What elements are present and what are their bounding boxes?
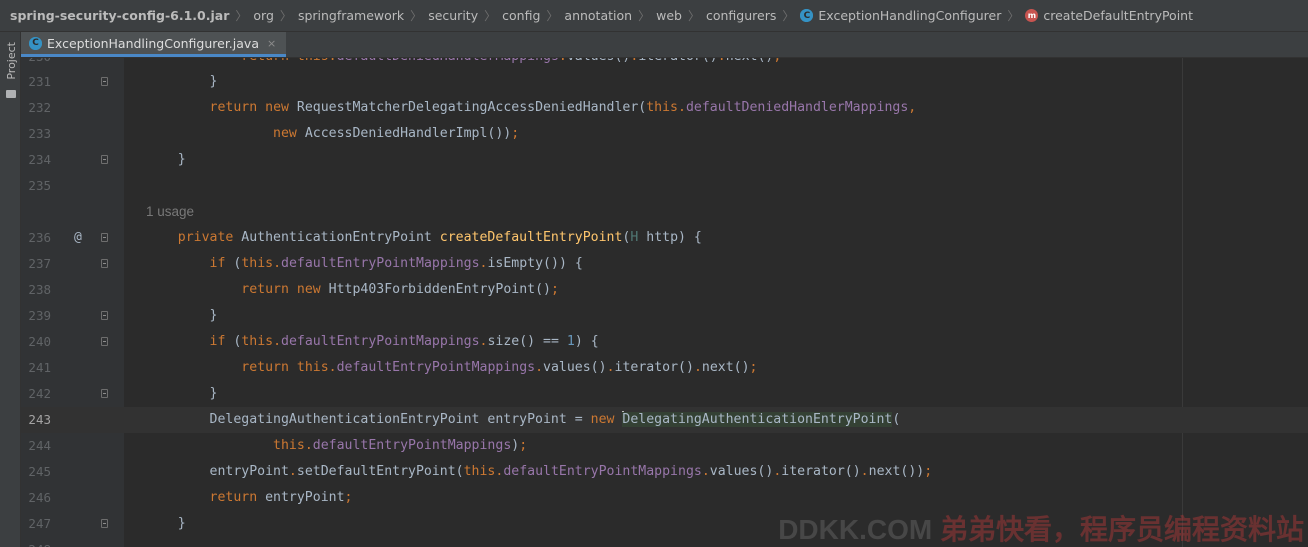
fold-end-icon[interactable] bbox=[101, 77, 108, 86]
chevron-right-icon: 〉 bbox=[410, 9, 423, 23]
fold-start-icon[interactable] bbox=[101, 259, 108, 268]
watermark-text: DDKK.COM bbox=[778, 514, 933, 545]
code-editor[interactable]: 230 return this.defaultDeniedHandlerMapp… bbox=[21, 58, 1308, 547]
side-toolbar: Project bbox=[0, 32, 21, 547]
breadcrumb-package-annotation[interactable]: annotation bbox=[564, 8, 632, 23]
code-text: } bbox=[146, 152, 186, 167]
code-line: 239 } bbox=[21, 303, 1308, 329]
code-text: if (this.defaultEntryPointMappings.size(… bbox=[209, 334, 599, 349]
code-text: entryPoint.setDefaultEntryPoint(this.def… bbox=[146, 464, 933, 479]
breadcrumb-package-org[interactable]: org bbox=[253, 8, 274, 23]
line-number: 240 bbox=[28, 334, 51, 349]
java-class-icon: C bbox=[29, 36, 42, 50]
fold-end-icon[interactable] bbox=[101, 519, 108, 528]
code-text: } bbox=[146, 74, 218, 89]
code-text: this.defaultEntryPointMappings); bbox=[273, 438, 528, 453]
line-number: 238 bbox=[28, 282, 51, 297]
line-number: 233 bbox=[28, 126, 51, 141]
line-number: 231 bbox=[28, 74, 51, 89]
current-code-line: 243 DelegatingAuthenticationEntryPoint e… bbox=[21, 407, 1308, 433]
code-line: 246 return entryPoint; bbox=[21, 485, 1308, 511]
chevron-right-icon: 〉 bbox=[1007, 9, 1020, 23]
code-line: 245 entryPoint.setDefaultEntryPoint(this… bbox=[21, 459, 1308, 485]
folder-icon bbox=[6, 90, 16, 98]
watermark-cn-text: 弟弟快看，程序员编程资料站 bbox=[939, 514, 1304, 545]
watermark: DDKK.COM 弟弟快看，程序员编程资料站 bbox=[778, 513, 1304, 547]
breadcrumb-class[interactable]: C ExceptionHandlingConfigurer bbox=[800, 8, 1001, 23]
code-line: 241 return this.defaultEntryPointMapping… bbox=[21, 355, 1308, 381]
method-icon: m bbox=[1025, 9, 1039, 22]
breadcrumb-jar[interactable]: spring-security-config-6.1.0.jar bbox=[10, 8, 229, 23]
breadcrumb-method-label: createDefaultEntryPoint bbox=[1043, 8, 1194, 23]
line-number: 239 bbox=[28, 308, 51, 323]
code-line: 231 } bbox=[21, 69, 1308, 95]
project-label: Project bbox=[5, 42, 18, 80]
chevron-right-icon: 〉 bbox=[638, 9, 651, 23]
line-number: 234 bbox=[28, 152, 51, 167]
override-marker-icon[interactable]: @ bbox=[74, 225, 82, 251]
code-text: return entryPoint; bbox=[209, 490, 353, 505]
breadcrumb-class-label: ExceptionHandlingConfigurer bbox=[818, 8, 1002, 23]
code-line: 234 } bbox=[21, 147, 1308, 173]
line-number: 237 bbox=[28, 256, 51, 271]
fold-start-icon[interactable] bbox=[101, 233, 108, 242]
line-number: 248 bbox=[21, 537, 51, 547]
editor-tab[interactable]: C ExceptionHandlingConfigurer.java × bbox=[21, 32, 287, 57]
class-icon: C bbox=[800, 9, 814, 22]
code-line: 236 @ private AuthenticationEntryPoint c… bbox=[21, 225, 1308, 251]
chevron-right-icon: 〉 bbox=[279, 9, 292, 23]
code-text: } bbox=[146, 308, 218, 323]
code-text: DelegatingAuthenticationEntryPoint entry… bbox=[146, 411, 901, 427]
line-number: 241 bbox=[28, 360, 51, 375]
chevron-right-icon: 〉 bbox=[687, 9, 700, 23]
code-text: return this.defaultEntryPointMappings.va… bbox=[241, 360, 758, 375]
line-number: 232 bbox=[28, 100, 51, 115]
code-text: private AuthenticationEntryPoint createD… bbox=[177, 230, 702, 245]
chevron-right-icon: 〉 bbox=[235, 9, 248, 23]
line-number: 236 bbox=[28, 230, 51, 245]
breadcrumb: spring-security-config-6.1.0.jar 〉 org 〉… bbox=[0, 0, 1308, 32]
line-number: 243 bbox=[28, 412, 51, 427]
usage-hint[interactable]: 1 usage bbox=[146, 199, 194, 225]
breadcrumb-package-configurers[interactable]: configurers bbox=[706, 8, 776, 23]
chevron-right-icon: 〉 bbox=[782, 9, 795, 23]
code-line: 235 bbox=[21, 173, 1308, 199]
code-text: } bbox=[146, 516, 186, 531]
close-icon[interactable]: × bbox=[267, 37, 276, 50]
chevron-right-icon: 〉 bbox=[484, 9, 497, 23]
usage-hint-line: 1 usage bbox=[21, 199, 1308, 225]
project-tool-window-button[interactable]: Project bbox=[3, 40, 19, 120]
breadcrumb-package-security[interactable]: security bbox=[428, 8, 478, 23]
code-line: 233 new AccessDeniedHandlerImpl()); bbox=[21, 121, 1308, 147]
code-line: 237 if (this.defaultEntryPointMappings.i… bbox=[21, 251, 1308, 277]
code-text: } bbox=[146, 386, 218, 401]
fold-end-icon[interactable] bbox=[101, 155, 108, 164]
breadcrumb-package-springframework[interactable]: springframework bbox=[298, 8, 404, 23]
code-text: if (this.defaultEntryPointMappings.isEmp… bbox=[209, 256, 583, 271]
code-line: 232 return new RequestMatcherDelegatingA… bbox=[21, 95, 1308, 121]
line-number: 246 bbox=[28, 490, 51, 505]
editor-tab-label: ExceptionHandlingConfigurer.java bbox=[47, 35, 259, 51]
code-text: new AccessDeniedHandlerImpl()); bbox=[273, 126, 520, 141]
line-number: 242 bbox=[28, 386, 51, 401]
editor-tab-bar: C ExceptionHandlingConfigurer.java × bbox=[21, 32, 1308, 58]
fold-end-icon[interactable] bbox=[101, 311, 108, 320]
code-line: 242 } bbox=[21, 381, 1308, 407]
breadcrumb-package-web[interactable]: web bbox=[656, 8, 682, 23]
code-text: return new Http403ForbiddenEntryPoint(); bbox=[241, 282, 559, 297]
line-number: 244 bbox=[28, 438, 51, 453]
code-line: 240 if (this.defaultEntryPointMappings.s… bbox=[21, 329, 1308, 355]
line-number: 235 bbox=[28, 178, 51, 193]
code-line: 244 this.defaultEntryPointMappings); bbox=[21, 433, 1308, 459]
breadcrumb-package-config[interactable]: config bbox=[502, 8, 540, 23]
code-text: return new RequestMatcherDelegatingAcces… bbox=[209, 100, 917, 115]
fold-start-icon[interactable] bbox=[101, 337, 108, 346]
breadcrumb-method[interactable]: m createDefaultEntryPoint bbox=[1025, 8, 1193, 23]
line-number: 245 bbox=[28, 464, 51, 479]
fold-end-icon[interactable] bbox=[101, 389, 108, 398]
line-number: 247 bbox=[28, 516, 51, 531]
code-line: 238 return new Http403ForbiddenEntryPoin… bbox=[21, 277, 1308, 303]
chevron-right-icon: 〉 bbox=[546, 9, 559, 23]
